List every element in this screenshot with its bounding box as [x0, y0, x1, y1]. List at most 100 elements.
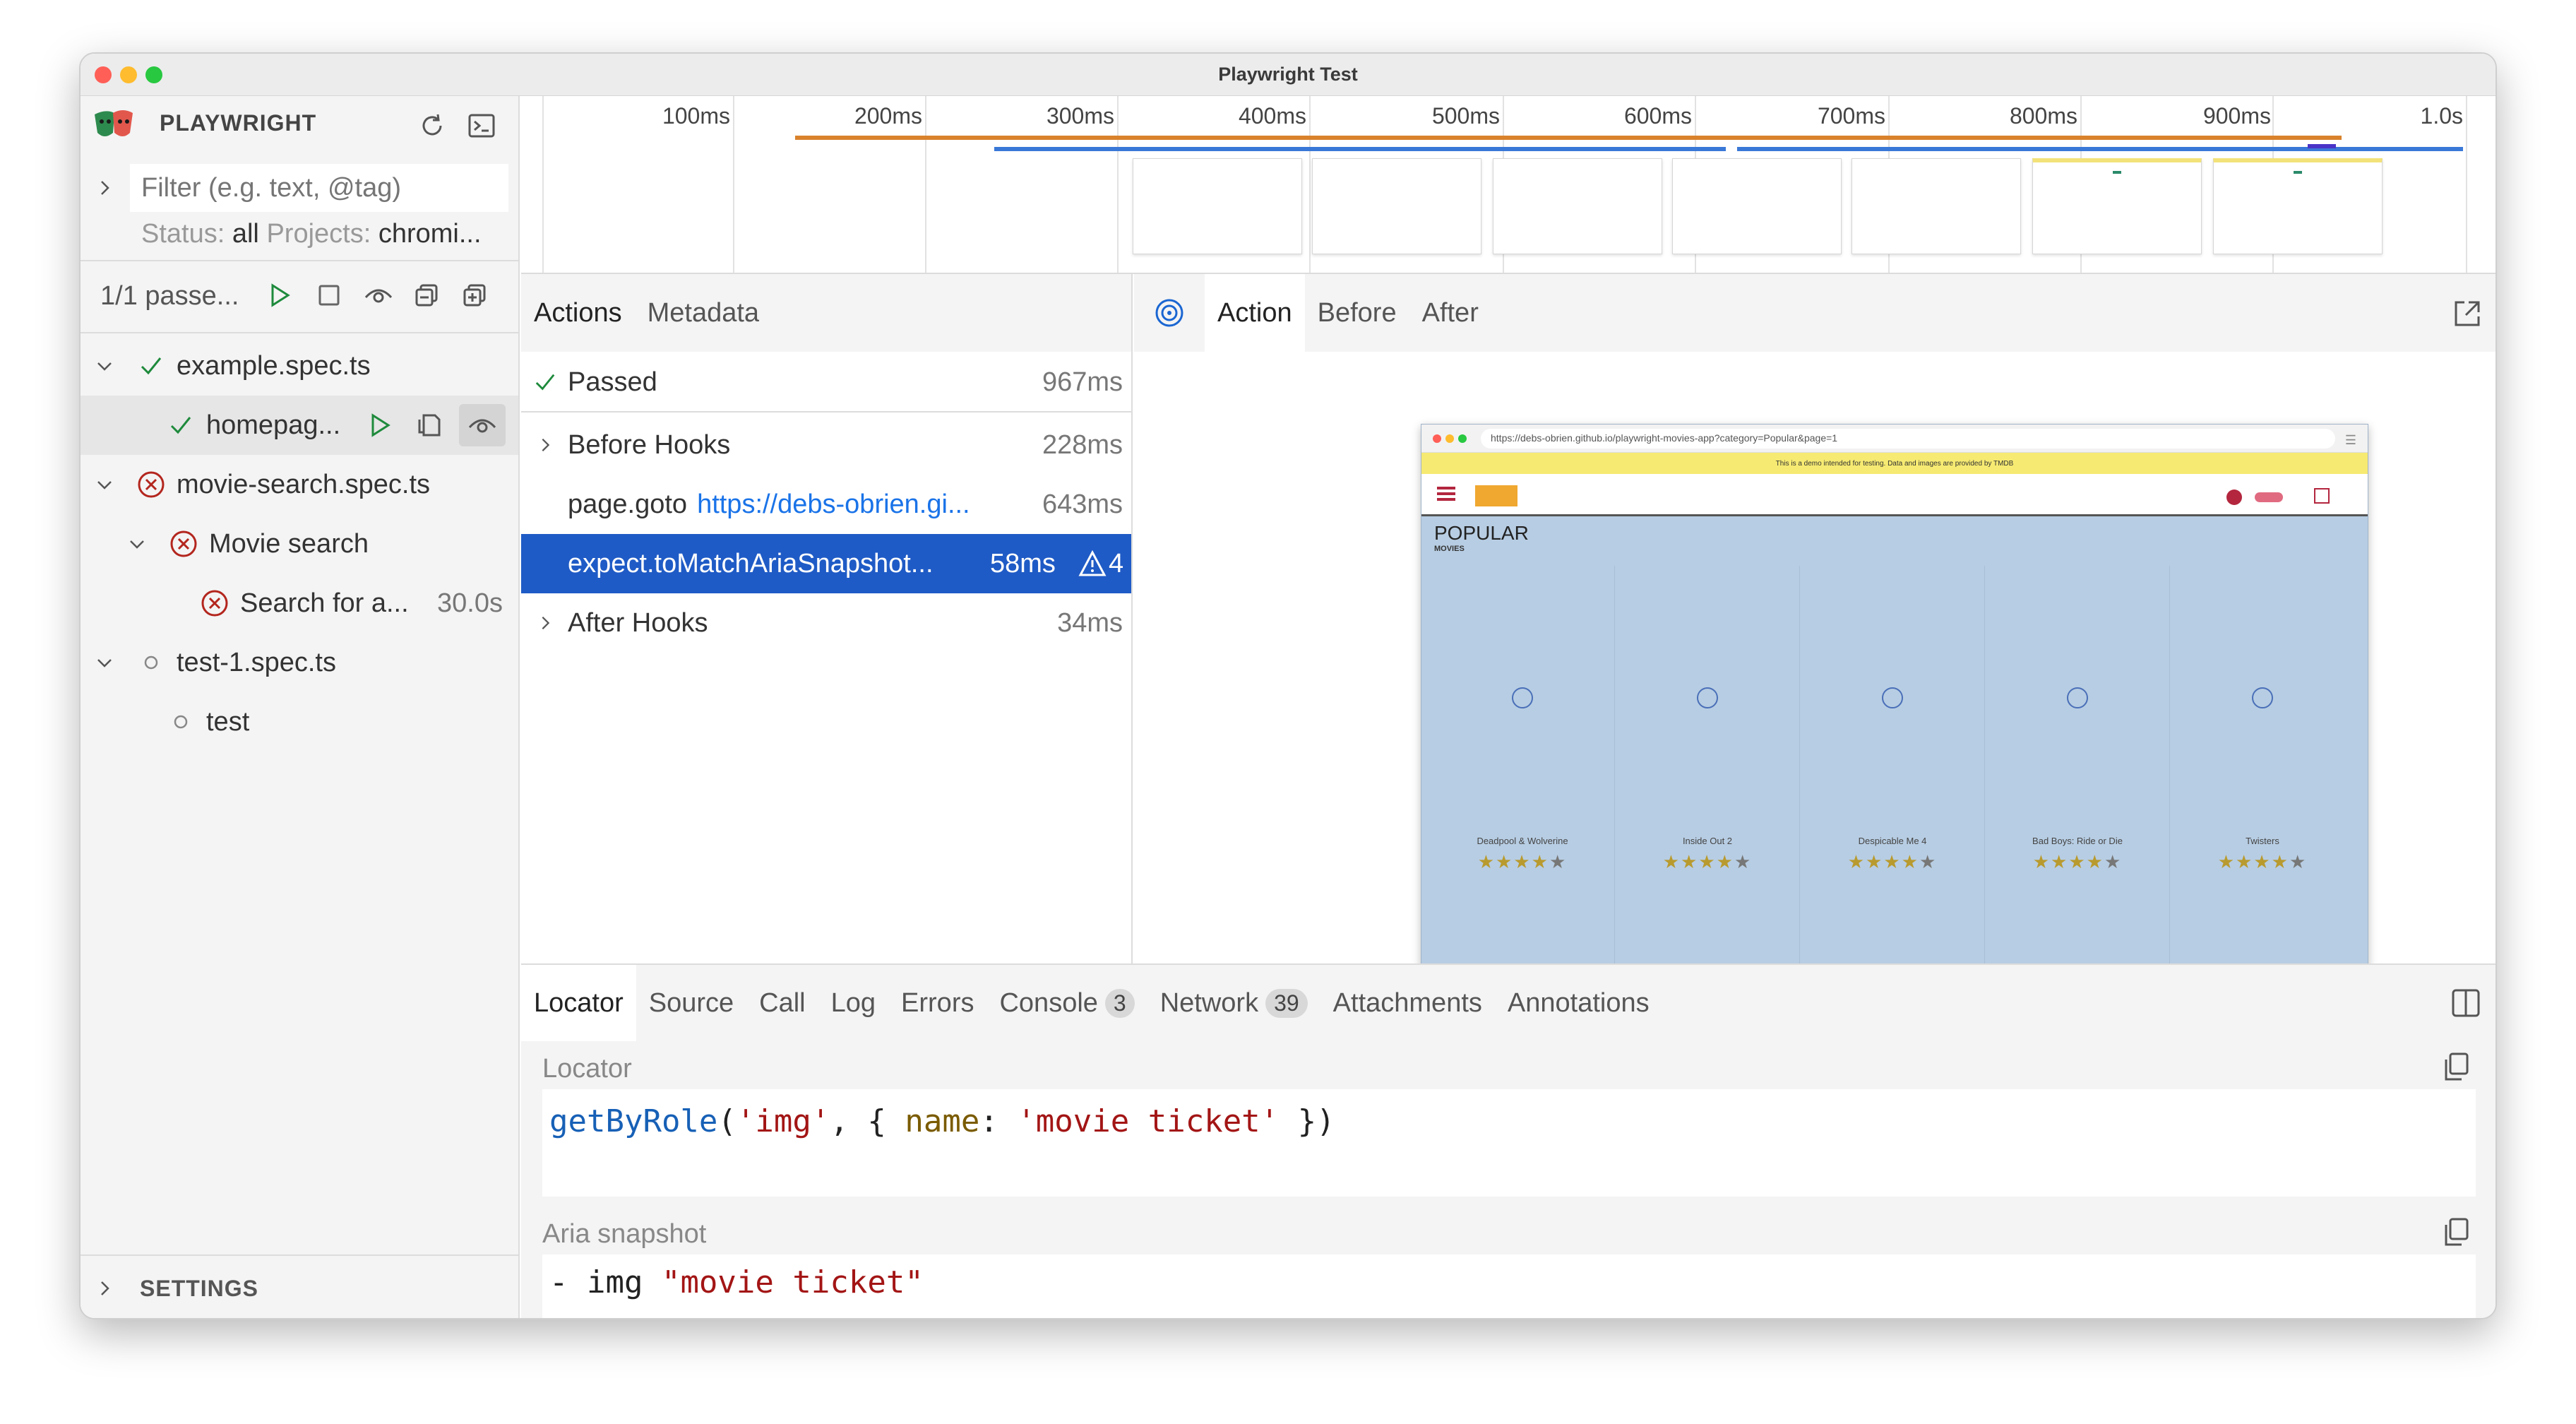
chevron-right-icon[interactable] — [90, 1274, 119, 1303]
chevron-down-icon[interactable] — [90, 648, 119, 677]
tab-attachments[interactable]: Attachments — [1320, 965, 1495, 1041]
check-icon — [136, 350, 167, 381]
snapshot-header — [1421, 474, 2368, 516]
copy-aria-icon[interactable] — [2439, 1215, 2473, 1249]
code-string: 'img' — [736, 1103, 830, 1139]
tab-action[interactable]: Action — [1205, 274, 1305, 352]
watch-test-icon[interactable] — [459, 404, 506, 446]
actions-tabs: Actions Metadata — [521, 274, 1131, 352]
filmstrip-frame[interactable] — [1312, 158, 1481, 254]
tab-annotations[interactable]: Annotations — [1495, 965, 1662, 1041]
filmstrip-frame[interactable] — [1852, 158, 2021, 254]
tab-call[interactable]: Call — [746, 965, 818, 1041]
action-label: Before Hooks — [568, 429, 731, 460]
filmstrip-frame[interactable] — [2213, 158, 2383, 254]
chevron-right-icon[interactable] — [90, 174, 119, 202]
timeline-tick: 400ms — [1238, 103, 1306, 129]
tab-console[interactable]: Console 3 — [986, 965, 1147, 1041]
snapshot-banner: This is a demo intended for testing. Dat… — [1421, 453, 2368, 474]
tree-item-homepage[interactable]: homepag... — [80, 396, 518, 455]
toggle-layout-icon[interactable] — [2449, 986, 2483, 1020]
status-label: Status: — [141, 219, 225, 249]
title-bar: Playwright Test — [80, 54, 2496, 96]
open-source-icon[interactable] — [412, 408, 446, 442]
snapshot-rating-stars: ★★★★★ — [1662, 851, 1753, 872]
timeline-tick: 700ms — [1817, 103, 1885, 129]
aria-editor[interactable]: - img "movie ticket" — [542, 1254, 2476, 1318]
tree-item-movie-search-spec[interactable]: movie-search.spec.ts — [80, 455, 518, 514]
code-close: }) — [1279, 1103, 1335, 1139]
brand-title: PLAYWRIGHT — [160, 110, 317, 136]
tab-after[interactable]: After — [1409, 274, 1491, 352]
filter-input[interactable] — [130, 164, 508, 212]
chevron-down-icon[interactable] — [90, 352, 119, 380]
action-duration: 228ms — [1042, 429, 1123, 460]
page-snapshot[interactable]: https://debs-obrien.github.io/playwright… — [1421, 424, 2368, 986]
chevron-down-icon[interactable] — [123, 530, 151, 558]
app-window: Playwright Test PLAYWRIGHT Status: all P… — [79, 52, 2497, 1319]
filmstrip-frame[interactable] — [2032, 158, 2202, 254]
pending-circle-icon — [165, 706, 196, 737]
chevron-right-icon[interactable] — [531, 609, 559, 637]
timeline-tick: 900ms — [2202, 103, 2271, 129]
filmstrip-frame[interactable] — [1672, 158, 1842, 254]
warning-count: 4 — [1109, 548, 1124, 578]
tab-before[interactable]: Before — [1305, 274, 1409, 352]
tab-source[interactable]: Source — [636, 965, 746, 1041]
snapshot-rating-stars: ★★★★★ — [2217, 851, 2308, 872]
tab-errors[interactable]: Errors — [888, 965, 986, 1041]
chevron-down-icon[interactable] — [90, 470, 119, 499]
settings-toggle[interactable]: SETTINGS — [80, 1259, 518, 1318]
timeline-network-bar[interactable] — [994, 147, 1726, 151]
tree-item-test[interactable]: test — [80, 692, 518, 752]
action-label: expect.toMatchAriaSnapshot... — [568, 548, 934, 578]
error-circle-icon — [136, 469, 167, 500]
tree-item-search-for-a[interactable]: Search for a... 30.0s — [80, 574, 518, 633]
run-all-icon[interactable] — [263, 278, 297, 312]
pick-locator-icon[interactable] — [1134, 274, 1205, 352]
expand-all-icon[interactable] — [458, 278, 491, 312]
code-open: ( — [717, 1103, 737, 1139]
tree-item-example-spec[interactable]: example.spec.ts — [80, 336, 518, 396]
timeline-tick: 100ms — [662, 103, 730, 129]
watch-all-icon[interactable] — [362, 278, 395, 312]
filter-status-line[interactable]: Status: all Projects: chromi... — [141, 219, 508, 249]
tab-network[interactable]: Network 39 — [1147, 965, 1320, 1041]
action-row-after-hooks[interactable]: After Hooks 34ms — [521, 593, 1131, 653]
tab-log[interactable]: Log — [818, 965, 888, 1041]
collapse-all-icon[interactable] — [410, 278, 443, 312]
tab-locator[interactable]: Locator — [521, 965, 636, 1041]
copy-locator-icon[interactable] — [2439, 1050, 2473, 1084]
timeline-network-bar[interactable] — [1737, 147, 2463, 151]
tab-metadata[interactable]: Metadata — [635, 274, 772, 352]
terminal-icon[interactable] — [465, 109, 499, 143]
tab-actions[interactable]: Actions — [521, 274, 635, 352]
action-row-passed[interactable]: Passed 967ms — [521, 353, 1131, 413]
timeline-action-bar[interactable] — [795, 136, 2342, 140]
snapshot-movie-title: Deadpool & Wolverine — [1477, 836, 1568, 846]
filmstrip-frame[interactable] — [1133, 158, 1302, 254]
filmstrip-frame[interactable] — [1493, 158, 1662, 254]
timeline[interactable]: 100ms 200ms 300ms 400ms 500ms 600ms 700m… — [521, 96, 2496, 274]
action-row-expect-aria[interactable]: expect.toMatchAriaSnapshot... 58ms 4 — [521, 534, 1131, 593]
open-external-icon[interactable] — [2450, 297, 2484, 331]
run-test-icon[interactable] — [363, 408, 397, 442]
action-row-page-goto[interactable]: page.goto https://debs-obrien.gi... 643m… — [521, 475, 1131, 534]
action-row-before-hooks[interactable]: Before Hooks 228ms — [521, 415, 1131, 475]
tab-console-label: Console — [999, 987, 1098, 1018]
action-label: page.goto — [568, 489, 688, 519]
code-colon: : — [979, 1103, 1018, 1139]
tree-item-label: movie-search.spec.ts — [177, 469, 431, 499]
locator-editor[interactable]: getByRole('img', { name: 'movie ticket' … — [542, 1089, 2476, 1197]
chevron-right-icon[interactable] — [531, 431, 559, 459]
timeline-tick: 300ms — [1046, 103, 1114, 129]
tree-item-movie-search[interactable]: Movie search — [80, 514, 518, 574]
snapshot-url: https://debs-obrien.github.io/playwright… — [1481, 429, 2335, 449]
tree-item-test-1-spec[interactable]: test-1.spec.ts — [80, 633, 518, 692]
main-area: 100ms 200ms 300ms 400ms 500ms 600ms 700m… — [521, 96, 2496, 1318]
action-duration: 58ms — [990, 548, 1056, 578]
action-duration: 34ms — [1057, 607, 1123, 638]
action-url-link[interactable]: https://debs-obrien.gi... — [697, 490, 1008, 520]
stop-icon[interactable] — [312, 278, 346, 312]
reload-icon[interactable] — [415, 109, 449, 143]
